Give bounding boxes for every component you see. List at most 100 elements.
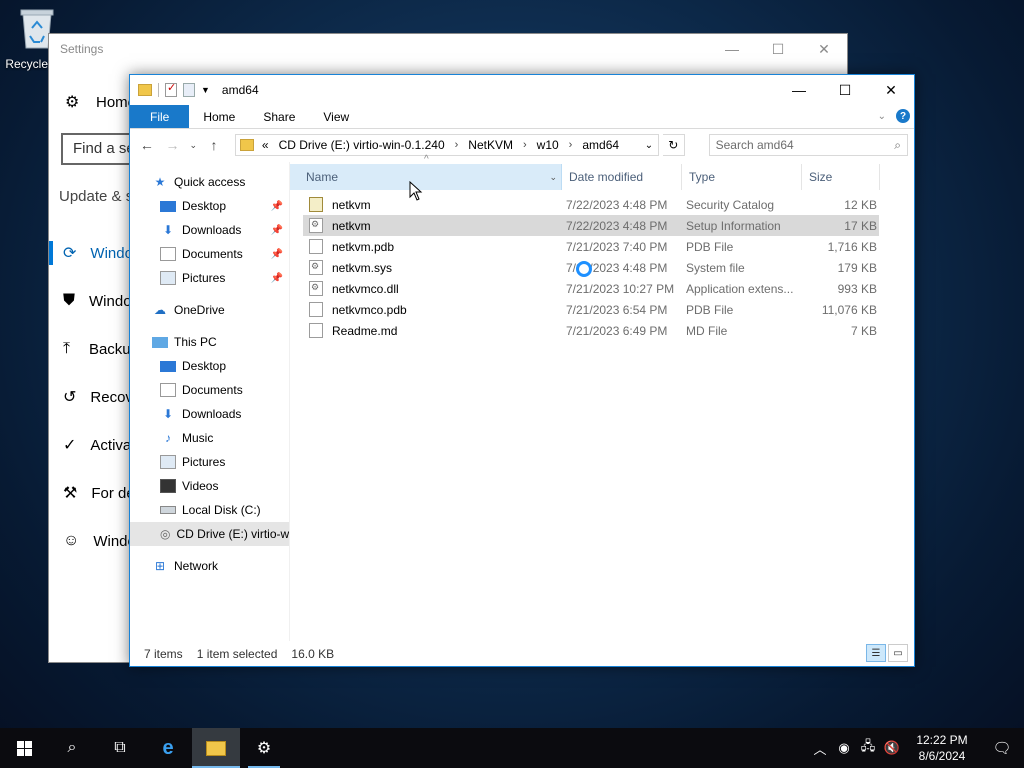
tab-share[interactable]: Share [249, 105, 309, 128]
file-row[interactable]: netkvm.pdb 7/21/2023 7:40 PM PDB File 1,716… [303, 236, 879, 257]
pin-icon[interactable]: 📌 [271, 225, 283, 236]
nav-this-pc[interactable]: This PC [130, 330, 289, 354]
details-view-icon[interactable]: ☰ [866, 644, 886, 662]
navigation-pane[interactable]: ★ Quick access Desktop 📌 ⬇ Downloads 📌 Docum… [130, 162, 290, 641]
settings-home-link[interactable]: ⚙ Home [65, 92, 136, 112]
file-row[interactable]: netkvm 7/22/2023 4:48 PM Security Catalog 1… [303, 194, 879, 215]
breadcrumb-separator-icon[interactable]: › [569, 139, 573, 151]
back-arrow-icon[interactable]: ← [136, 137, 158, 153]
breadcrumb-amd64[interactable]: amd64 [582, 138, 619, 152]
column-header-date[interactable]: Date modified [562, 164, 682, 190]
star-icon: ★ [154, 175, 166, 189]
breadcrumb-separator-icon[interactable]: › [455, 139, 459, 151]
task-view-button[interactable]: ⧉ [96, 728, 144, 768]
search-box[interactable]: Search amd64 ⌕ [708, 134, 908, 156]
column-header-name[interactable]: ^ Name ⌄ [290, 154, 562, 190]
settings-nav-recovery[interactable]: ↺Recovery [49, 373, 139, 421]
tab-home[interactable]: Home [189, 105, 249, 128]
settings-nav-backup[interactable]: ⤒ Backup [49, 325, 139, 373]
breadcrumb-separator-icon[interactable]: › [523, 139, 527, 151]
forward-arrow-icon[interactable]: → [162, 137, 184, 153]
record-icon[interactable]: ◉ [832, 740, 856, 756]
file-type: Setup Information [686, 218, 781, 233]
column-filter-chevron-icon[interactable]: ⌄ [549, 172, 557, 183]
nav-pc-videos[interactable]: Videos [130, 474, 289, 498]
pictures-icon [160, 455, 176, 469]
nav-pc-desktop[interactable]: Desktop [130, 354, 289, 378]
nav-pc-pictures[interactable]: Pictures [130, 450, 289, 474]
breadcrumb-w10[interactable]: w10 [537, 138, 559, 152]
address-bar[interactable]: « CD Drive (E:) virtio-win-0.1.240 › Net… [234, 134, 659, 156]
sort-ascending-icon: ^ [424, 154, 429, 165]
action-center-icon[interactable]: 🗨 [980, 739, 1024, 757]
nav-pc-local-disk[interactable]: Local Disk (C:) [130, 498, 289, 522]
internet-explorer-button[interactable]: e [144, 728, 192, 768]
maximize-button[interactable]: ☐ [755, 34, 801, 64]
tab-view[interactable]: View [309, 105, 363, 128]
breadcrumb-netkvm[interactable]: NetKVM [468, 138, 513, 152]
nav-quick-access[interactable]: ★ Quick access [130, 170, 289, 194]
settings-nav-activation[interactable]: ✓Activation [49, 421, 139, 469]
settings-nav-developers[interactable]: ⚒For developers [49, 469, 139, 517]
nav-network[interactable]: ⊞ Network [130, 554, 289, 578]
volume-muted-icon[interactable]: 🔇 [880, 740, 904, 756]
help-icon[interactable]: ? [896, 109, 910, 123]
expand-ribbon-chevron-icon[interactable]: ⌄ [878, 111, 886, 122]
large-icons-view-icon[interactable]: ▭ [888, 644, 908, 662]
nav-pc-documents[interactable]: Documents [130, 378, 289, 402]
file-row[interactable]: netkvmco.dll 7/21/2023 10:27 PM Applicatio… [303, 278, 879, 299]
nav-quick-pictures[interactable]: Pictures 📌 [130, 266, 289, 290]
nav-quick-documents[interactable]: Documents 📌 [130, 242, 289, 266]
up-arrow-icon[interactable]: ↑ [203, 137, 225, 153]
close-button[interactable]: ✕ [868, 75, 914, 105]
nav-quick-downloads[interactable]: ⬇ Downloads 📌 [130, 218, 289, 242]
file-size: 7 KB [850, 323, 877, 338]
start-button[interactable] [0, 728, 48, 768]
new-folder-icon[interactable] [183, 83, 195, 97]
pin-icon[interactable]: 📌 [271, 201, 283, 212]
file-row[interactable]: netkvmco.pdb 7/21/2023 6:54 PM PDB File 11,… [303, 299, 879, 320]
file-date: 7/21/2023 7:40 PM [566, 239, 668, 254]
file-row[interactable]: netkvm 7/22/2023 4:48 PM Setup Information… [303, 215, 879, 236]
settings-nav-windows-update[interactable]: ⟳Windows Update [49, 229, 139, 277]
clock[interactable]: 12:22 PM 8/6/2024 [904, 732, 980, 764]
maximize-button[interactable]: ☐ [822, 75, 868, 105]
minimize-button[interactable]: — [776, 75, 822, 105]
nav-pc-downloads[interactable]: ⬇ Downloads [130, 402, 289, 426]
file-size: 993 KB [837, 281, 877, 296]
settings-nav-insider[interactable]: ☺Windows Insider Program [49, 517, 139, 565]
search-button[interactable]: ⌕ [48, 728, 96, 768]
minimize-button[interactable]: — [709, 34, 755, 64]
nav-pc-music[interactable]: ♪ Music [130, 426, 289, 450]
system-file-icon [309, 281, 323, 296]
file-explorer-window[interactable]: ▼ amd64 — ☐ ✕ File Home Share View ⌄ ? ←… [129, 74, 915, 667]
address-dropdown-icon[interactable]: ⌄ [640, 140, 658, 151]
nav-pc-cd-drive[interactable]: ◎ CD Drive (E:) virtio-win-0.1.240 [130, 522, 289, 546]
nav-onedrive[interactable]: ☁ OneDrive [130, 298, 289, 322]
file-explorer-taskbar-button[interactable] [192, 728, 240, 768]
breadcrumb-cd-drive[interactable]: CD Drive (E:) virtio-win-0.1.240 [279, 138, 445, 152]
column-header-size[interactable]: Size [802, 164, 880, 190]
file-row[interactable]: Readme.md 7/21/2023 6:49 PM MD File 7 KB [303, 320, 879, 341]
close-button[interactable]: ✕ [801, 34, 847, 64]
column-header-type[interactable]: Type [682, 164, 802, 190]
desktop-icon [160, 200, 176, 212]
customize-toolbar-icon[interactable]: ▼ [201, 85, 210, 95]
file-list-pane[interactable]: ^ Name ⌄ Date modified Type Size netkvm 7… [290, 154, 914, 641]
network-disconnected-icon[interactable]: 🖧 [856, 737, 880, 759]
computer-icon [152, 336, 168, 348]
breadcrumb-overflow[interactable]: « [262, 138, 269, 152]
settings-taskbar-button[interactable]: ⚙ [240, 728, 288, 768]
nav-quick-desktop[interactable]: Desktop 📌 [130, 194, 289, 218]
settings-titlebar[interactable]: Settings — ☐ ✕ [49, 34, 847, 64]
refresh-icon[interactable]: ↻ [662, 134, 685, 156]
tab-file[interactable]: File [130, 105, 190, 128]
pin-icon[interactable]: 📌 [271, 273, 283, 284]
nav-label: Videos [182, 479, 219, 493]
properties-icon[interactable] [165, 81, 177, 97]
show-hidden-icons-chevron-icon[interactable]: ︿ [808, 739, 832, 758]
recent-locations-chevron-icon[interactable]: ⌄ [187, 140, 199, 151]
settings-nav-windows-security[interactable]: ⛊Windows Security [49, 277, 139, 325]
pin-icon[interactable]: 📌 [271, 249, 283, 260]
explorer-titlebar[interactable]: ▼ amd64 — ☐ ✕ [130, 75, 914, 105]
